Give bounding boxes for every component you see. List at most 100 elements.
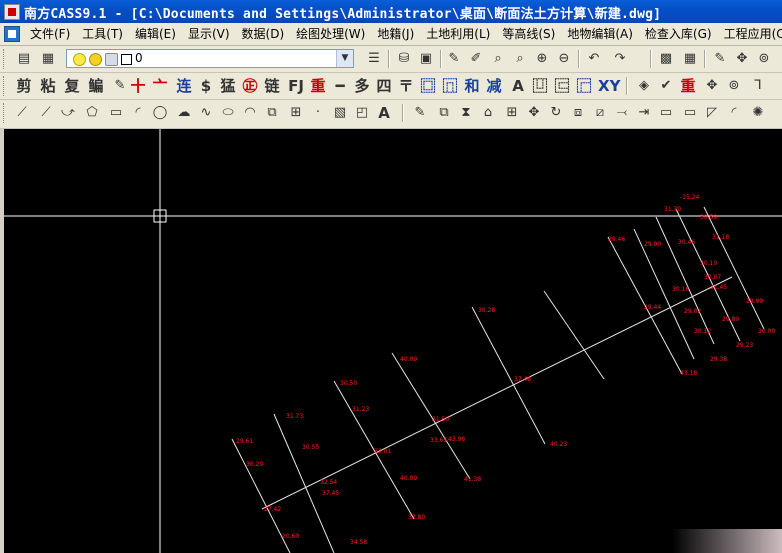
redo-icon[interactable]: ↷: [610, 49, 630, 69]
cross-button[interactable]: 十: [128, 76, 148, 96]
pen-icon[interactable]: ✎: [110, 76, 130, 96]
rotate-icon[interactable]: ↻: [546, 103, 566, 123]
menu-feature-edit[interactable]: 地物编辑(A): [561, 23, 639, 45]
open-icon[interactable]: ⛁: [394, 49, 414, 69]
match-properties-icon[interactable]: ✐: [466, 49, 486, 69]
tee-button[interactable]: 〒: [396, 76, 416, 96]
polygon-icon[interactable]: ⬠: [82, 103, 102, 123]
layer-dropdown[interactable]: 0 ▼: [66, 49, 354, 68]
toolbar-grip[interactable]: [3, 49, 7, 69]
menu-cadastre[interactable]: 地籍(J): [371, 23, 420, 45]
mtext-icon[interactable]: A: [374, 103, 394, 123]
calculator-icon[interactable]: ▦: [680, 49, 700, 69]
menu-land-use[interactable]: 土地利用(L): [420, 23, 496, 45]
frame-button[interactable]: ⿴: [418, 76, 438, 96]
dimension-icon[interactable]: ⅂: [748, 76, 768, 96]
menu-contours[interactable]: 等高线(S): [496, 23, 561, 45]
break-icon[interactable]: ▭: [656, 103, 676, 123]
region-icon[interactable]: ◰: [352, 103, 372, 123]
connect-button[interactable]: 连: [174, 76, 194, 96]
stamp-button[interactable]: ㊣: [240, 76, 260, 96]
layer-freeze-icon[interactable]: [89, 53, 102, 66]
line-icon[interactable]: ⟋: [12, 103, 32, 123]
ellipse-arc-icon[interactable]: ◠: [240, 103, 260, 123]
menu-engineering[interactable]: 工程应用(C): [718, 23, 782, 45]
copy-button[interactable]: 复: [62, 76, 82, 96]
layer-states-icon[interactable]: ▦: [38, 49, 58, 69]
zoom-in-icon[interactable]: ⊕: [532, 49, 552, 69]
scale-icon[interactable]: ⧈: [568, 103, 588, 123]
menu-drawing-process[interactable]: 绘图处理(W): [290, 23, 371, 45]
grid-button[interactable]: ⿸: [574, 76, 594, 96]
xy-button[interactable]: XY: [598, 76, 620, 96]
zoom-realtime-icon[interactable]: ⌕: [488, 49, 508, 69]
toolbar-grip[interactable]: [3, 103, 7, 123]
erase-icon[interactable]: ✎: [410, 103, 430, 123]
target-icon[interactable]: ⊚: [724, 76, 744, 96]
dollar-button[interactable]: $: [196, 76, 216, 96]
rectangle-icon[interactable]: ▭: [106, 103, 126, 123]
revcloud-icon[interactable]: ☁: [174, 103, 194, 123]
zoom-previous-icon[interactable]: ⊖: [554, 49, 574, 69]
menu-tools[interactable]: 工具(T): [76, 23, 129, 45]
layer-manager-icon[interactable]: ▤: [14, 49, 34, 69]
polyline-icon[interactable]: ⟋: [36, 103, 56, 123]
document-menu-icon[interactable]: [4, 26, 20, 42]
make-block-icon[interactable]: ⊞: [286, 103, 306, 123]
mirror-icon[interactable]: ⧗: [456, 103, 476, 123]
fill-button[interactable]: ⿷: [552, 76, 572, 96]
draw-edit-icon[interactable]: ✎: [710, 49, 730, 69]
extend-icon[interactable]: ⇥: [634, 103, 654, 123]
undo-icon[interactable]: ↶: [584, 49, 604, 69]
text-button[interactable]: A: [508, 76, 528, 96]
menu-data[interactable]: 数据(D): [236, 23, 291, 45]
edit-button[interactable]: 鳊: [86, 76, 106, 96]
copy-object-icon[interactable]: ⧉: [434, 103, 454, 123]
insert-block-icon[interactable]: ⧉: [262, 103, 282, 123]
circle-icon[interactable]: ◯: [150, 103, 170, 123]
four-button[interactable]: 四: [374, 76, 394, 96]
array-icon[interactable]: ⊞: [502, 103, 522, 123]
spline-icon[interactable]: ∿: [196, 103, 216, 123]
line-button[interactable]: ━: [330, 76, 350, 96]
arc-polyline-icon[interactable]: ⤻: [58, 103, 78, 123]
ellipse-icon[interactable]: ⬭: [218, 103, 238, 123]
menu-check-import[interactable]: 检查入库(G): [639, 23, 718, 45]
hatch-button[interactable]: ⿶: [530, 76, 550, 96]
stretch-icon[interactable]: ⧄: [590, 103, 610, 123]
paste-button[interactable]: 粘: [38, 76, 58, 96]
layer-lock-icon[interactable]: [105, 53, 118, 66]
trim-icon[interactable]: ⤙: [612, 103, 632, 123]
pencil-icon[interactable]: ✎: [444, 49, 464, 69]
chain-button[interactable]: 链: [262, 76, 282, 96]
menu-edit[interactable]: 编辑(E): [129, 23, 182, 45]
point-icon[interactable]: ·: [308, 103, 328, 123]
drawing-canvas[interactable]: -15.24 31.30 30.59 29.46 29.90 30.46 31.18 30.1…: [4, 129, 782, 553]
subtract-button[interactable]: 减: [484, 76, 504, 96]
hatch-icon[interactable]: ▧: [330, 103, 350, 123]
explode-icon[interactable]: ✺: [748, 103, 768, 123]
move-icon[interactable]: ✥: [732, 49, 752, 69]
multi-button[interactable]: 多: [352, 76, 372, 96]
join-icon[interactable]: ▭: [680, 103, 700, 123]
linetype-icon[interactable]: ☰: [364, 49, 384, 69]
redraw-button[interactable]: 重: [308, 76, 328, 96]
menu-view[interactable]: 显示(V): [182, 23, 236, 45]
offset-icon[interactable]: ⌂: [478, 103, 498, 123]
chamfer-icon[interactable]: ◸: [702, 103, 722, 123]
extend-button[interactable]: 亠: [150, 76, 170, 96]
check-icon[interactable]: ✔: [656, 76, 676, 96]
bracket-button[interactable]: ⿵: [440, 76, 460, 96]
fillet-icon[interactable]: ◜: [724, 103, 744, 123]
zoom-window-icon[interactable]: ⌕: [510, 49, 530, 69]
properties-icon[interactable]: ▩: [656, 49, 676, 69]
toolbar-grip[interactable]: [3, 76, 7, 96]
fj-button[interactable]: FJ: [286, 76, 306, 96]
tag-icon[interactable]: ◈: [634, 76, 654, 96]
union-button[interactable]: 和: [462, 76, 482, 96]
snap-icon[interactable]: ⊚: [754, 49, 774, 69]
save-icon[interactable]: ▣: [416, 49, 436, 69]
layer-color-icon[interactable]: [121, 54, 132, 65]
move-object-icon[interactable]: ✥: [524, 103, 544, 123]
menu-file[interactable]: 文件(F): [24, 23, 76, 45]
